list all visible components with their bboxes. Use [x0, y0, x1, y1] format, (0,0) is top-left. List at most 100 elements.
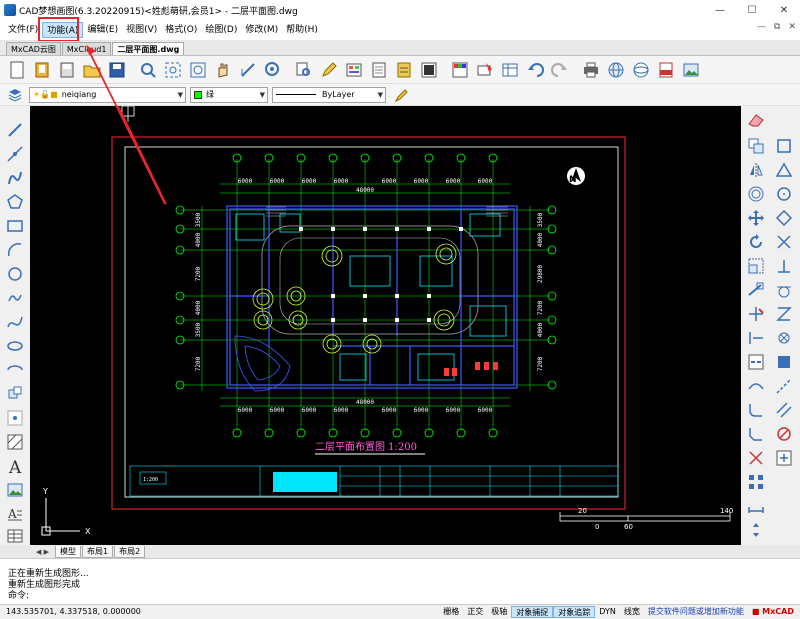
- drawing-canvas[interactable]: 6000 6000 6000 6000 6000 6000 6000 6000 …: [30, 106, 741, 545]
- toggle-grid[interactable]: 栅格: [439, 606, 463, 618]
- snap-extension-icon[interactable]: [773, 376, 795, 396]
- layer-stack-icon[interactable]: [4, 84, 26, 106]
- linetype-select[interactable]: ByLayer ▼: [272, 86, 386, 103]
- color-select[interactable]: 绿 ▼: [190, 86, 268, 103]
- tab-layout1[interactable]: 布局1: [82, 545, 114, 558]
- snap-endpoint-icon[interactable]: [773, 136, 795, 156]
- block-icon[interactable]: [418, 59, 440, 81]
- ellipse-tool-icon[interactable]: [4, 336, 26, 356]
- toggle-otrack[interactable]: 对象追踪: [553, 605, 596, 618]
- zoom-in-icon[interactable]: [137, 59, 159, 81]
- globe-icon[interactable]: [605, 59, 627, 81]
- open-template-icon[interactable]: [31, 59, 53, 81]
- mdi-minimize-icon[interactable]: —: [757, 22, 766, 32]
- snap-intersection-icon[interactable]: [773, 232, 795, 252]
- snap-tangent-icon[interactable]: [773, 280, 795, 300]
- snap-nearest-icon[interactable]: [773, 304, 795, 324]
- measure-icon[interactable]: [237, 59, 259, 81]
- tab-drawing[interactable]: 二层平面图.dwg: [112, 42, 185, 55]
- line-tool-icon[interactable]: [4, 120, 26, 140]
- snap-node-icon[interactable]: [773, 328, 795, 348]
- toggle-lineweight[interactable]: 线宽: [620, 606, 644, 618]
- chamfer-tool-icon[interactable]: [745, 424, 767, 444]
- zoom-window-icon[interactable]: [187, 59, 209, 81]
- xline-tool-icon[interactable]: [4, 144, 26, 164]
- menu-help[interactable]: 帮助(H): [282, 22, 322, 38]
- tab-mxcad-cloud[interactable]: MxCAD云图: [6, 42, 61, 55]
- save-icon[interactable]: [106, 59, 128, 81]
- menu-modify[interactable]: 修改(M): [241, 22, 282, 38]
- fillet-tool-icon[interactable]: [745, 400, 767, 420]
- menu-draw[interactable]: 绘图(D): [201, 22, 241, 38]
- rotate-tool-icon[interactable]: [745, 232, 767, 252]
- rectangle-tool-icon[interactable]: [4, 216, 26, 236]
- paint-brush-icon[interactable]: [390, 84, 412, 106]
- redo-icon[interactable]: [549, 59, 571, 81]
- mxcad-brand[interactable]: ■ MxCAD: [748, 606, 798, 618]
- new-file-icon[interactable]: [6, 59, 28, 81]
- minimize-button[interactable]: —: [704, 0, 736, 20]
- snap-center-icon[interactable]: [773, 184, 795, 204]
- hatch-tool-icon[interactable]: [4, 432, 26, 452]
- stretch-tool-icon[interactable]: [745, 280, 767, 300]
- snap-settings-icon[interactable]: [773, 448, 795, 468]
- menu-edit[interactable]: 编辑(E): [83, 22, 122, 38]
- text-tool-icon[interactable]: A: [4, 456, 26, 476]
- edit-pencil-icon[interactable]: [318, 59, 340, 81]
- trim-tool-icon[interactable]: [745, 304, 767, 324]
- feedback-link[interactable]: 提交软件问题或增加新功能: [644, 606, 748, 618]
- menu-file[interactable]: 文件(F): [4, 22, 42, 38]
- toggle-polar[interactable]: 极轴: [487, 606, 511, 618]
- table-icon[interactable]: [499, 59, 521, 81]
- toggle-osnap[interactable]: 对象捕捉: [511, 605, 554, 618]
- arc-tool-icon[interactable]: [4, 240, 26, 260]
- offset-tool-icon[interactable]: [745, 184, 767, 204]
- zoom-realtime-icon[interactable]: [262, 59, 284, 81]
- scale-tool-icon[interactable]: [745, 256, 767, 276]
- revcloud-tool-icon[interactable]: [4, 288, 26, 308]
- toggle-ortho[interactable]: 正交: [463, 606, 487, 618]
- polygon-tool-icon[interactable]: [4, 192, 26, 212]
- zoom-extents-icon[interactable]: [162, 59, 184, 81]
- maximize-button[interactable]: ☐: [736, 0, 768, 20]
- save-template-icon[interactable]: [56, 59, 78, 81]
- color-table-icon[interactable]: [449, 59, 471, 81]
- mtext-tool-icon[interactable]: A: [4, 504, 26, 524]
- match-properties-icon[interactable]: [474, 59, 496, 81]
- tab-scroll-icons[interactable]: ◀ ▶: [36, 548, 49, 556]
- explode-tool-icon[interactable]: [745, 448, 767, 468]
- image-icon[interactable]: [680, 59, 702, 81]
- circle-tool-icon[interactable]: [4, 264, 26, 284]
- toggle-dyn[interactable]: DYN: [595, 606, 620, 618]
- undo-icon[interactable]: [524, 59, 546, 81]
- snap-insertion-icon[interactable]: [773, 352, 795, 372]
- web-publish-icon[interactable]: [630, 59, 652, 81]
- copy-tool-icon[interactable]: [745, 136, 767, 156]
- layer-select[interactable]: ☀🔓■ neiqiang ▼: [29, 86, 186, 103]
- move-tool-icon[interactable]: [745, 208, 767, 228]
- spline-tool-icon[interactable]: [4, 312, 26, 332]
- point-tool-icon[interactable]: [4, 408, 26, 428]
- tab-layout2[interactable]: 布局2: [114, 545, 146, 558]
- snap-none-icon[interactable]: [773, 424, 795, 444]
- array-tool-icon[interactable]: [745, 472, 767, 492]
- print-icon[interactable]: [580, 59, 602, 81]
- snap-perpendicular-icon[interactable]: [773, 256, 795, 276]
- find-icon[interactable]: [293, 59, 315, 81]
- tab-model[interactable]: 模型: [55, 545, 81, 558]
- insert-block-icon[interactable]: [4, 384, 26, 404]
- command-prompt[interactable]: 命令:: [8, 591, 792, 602]
- tab-mxcloud1[interactable]: MxCloud1: [61, 42, 112, 55]
- table-tool-icon[interactable]: [4, 526, 26, 546]
- close-button[interactable]: ✕: [768, 0, 800, 20]
- mdi-restore-icon[interactable]: ⧉: [774, 22, 780, 32]
- pan-hand-icon[interactable]: [212, 59, 234, 81]
- snap-parallel-icon[interactable]: [773, 400, 795, 420]
- snap-midpoint-icon[interactable]: [773, 160, 795, 180]
- break-tool-icon[interactable]: [745, 352, 767, 372]
- erase-tool-icon[interactable]: [745, 110, 767, 130]
- menu-format[interactable]: 格式(O): [161, 22, 201, 38]
- layer-manager-icon[interactable]: [343, 59, 365, 81]
- ellipse-arc-tool-icon[interactable]: [4, 360, 26, 380]
- join-tool-icon[interactable]: [745, 376, 767, 396]
